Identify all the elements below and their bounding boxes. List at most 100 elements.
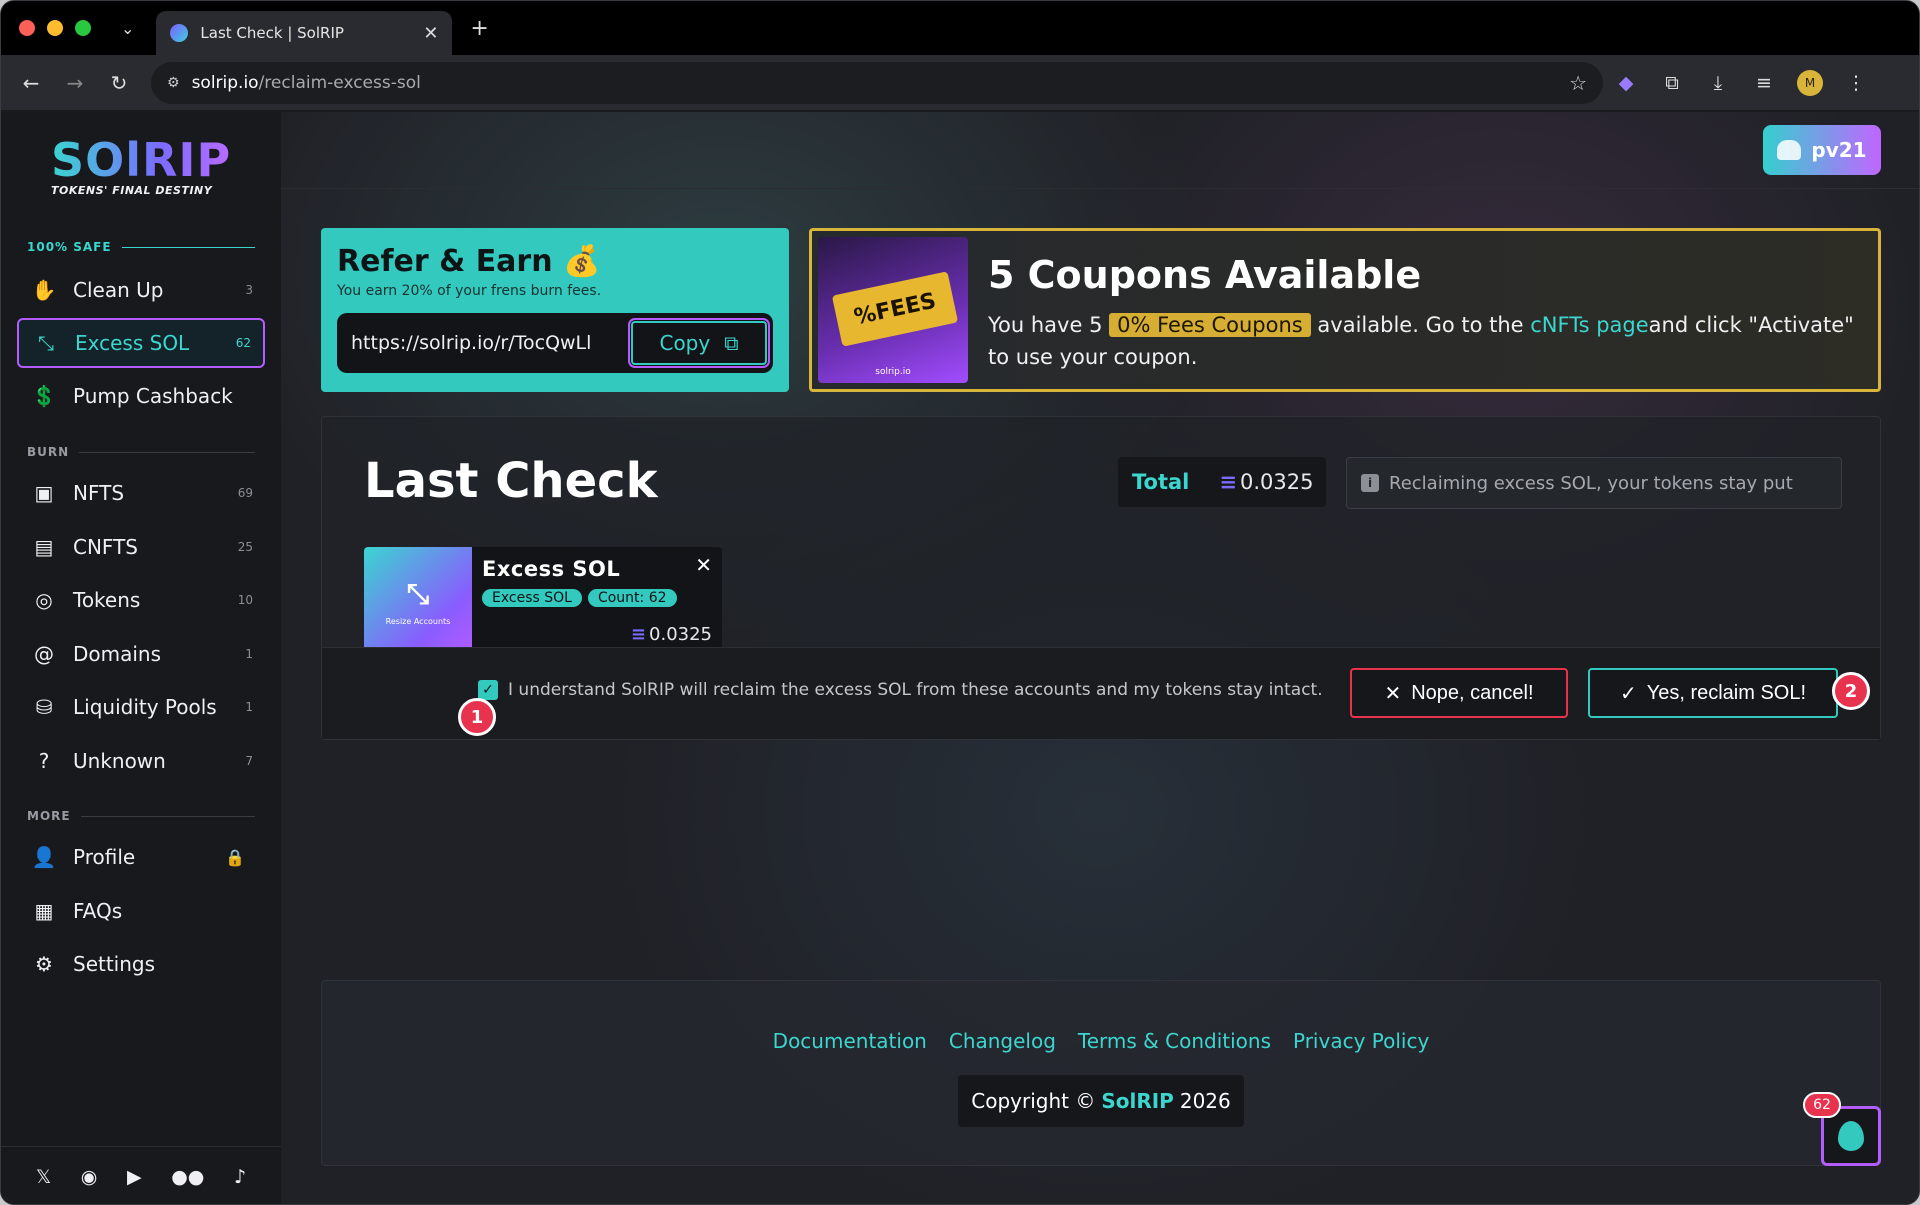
check-icon: ✓ <box>1619 682 1637 705</box>
info-icon: i <box>1361 474 1379 492</box>
favicon-icon <box>170 24 189 42</box>
total-value: ≡ 0.0325 <box>1219 470 1313 494</box>
maximize-window-button[interactable] <box>75 20 91 36</box>
sidebar-item-label: Unknown <box>73 749 166 773</box>
total-label: Total <box>1132 470 1190 494</box>
copyright-year: 2026 <box>1179 1089 1231 1113</box>
cancel-button[interactable]: ✕ Nope, cancel! <box>1350 668 1568 718</box>
image-icon: ▣ <box>34 481 54 505</box>
section-label-burn-text: BURN <box>27 445 70 459</box>
tab-bar: ⌄ Last Check | SolRIP ✕ + <box>1 1 1919 55</box>
copy-button[interactable]: Copy ⧉ <box>628 318 770 368</box>
discord-icon[interactable]: ◉ <box>81 1166 98 1188</box>
sidebar-item-faqs[interactable]: ▦ FAQs <box>17 886 265 936</box>
tab-close-icon[interactable]: ✕ <box>423 23 438 44</box>
close-window-button[interactable] <box>19 20 35 36</box>
sidebar-item-tokens[interactable]: ◎ Tokens 10 <box>17 575 265 625</box>
account-amount: 0.0325 <box>649 624 712 645</box>
coupon-description: You have 5 0% Fees Coupons available. Go… <box>988 309 1868 373</box>
cnfts-page-link[interactable]: cNFTs page <box>1530 313 1648 337</box>
sidebar-item-label: FAQs <box>73 899 123 923</box>
cancel-label: Nope, cancel! <box>1411 681 1534 704</box>
sidebar-item-settings[interactable]: ⚙ Settings <box>17 939 265 989</box>
medium-icon[interactable]: ●● <box>171 1166 204 1188</box>
sidebar-item-cnfts[interactable]: ▤ CNFTS 25 <box>17 522 265 572</box>
forward-icon[interactable]: → <box>53 71 97 95</box>
active-tab[interactable]: Last Check | SolRIP ✕ <box>156 11 453 55</box>
back-icon[interactable]: ← <box>9 71 53 95</box>
referral-link[interactable]: https://solrip.io/r/TocQwLl <box>351 332 623 354</box>
sidebar-item-nfts[interactable]: ▣ NFTS 69 <box>17 468 265 518</box>
tag-type: Excess SOL <box>482 589 582 607</box>
hand-sparkle-icon: ✋ <box>31 278 57 302</box>
coupon-title: 5 Coupons Available <box>988 253 1422 297</box>
sidebar-item-excess-sol[interactable]: ⤡ Excess SOL 62 <box>17 318 265 368</box>
sidebar-item-count: 62 <box>235 336 251 350</box>
site-footer: Documentation Changelog Terms & Conditio… <box>321 980 1881 1166</box>
footer-link-changelog[interactable]: Changelog <box>949 1029 1056 1053</box>
url-host: solrip.io <box>191 72 259 93</box>
account-name: Excess SOL <box>482 557 621 581</box>
sidebar: SOlRIP TOKENS' FINAL DESTINY 100% SAFE ✋… <box>1 112 281 1204</box>
reclaim-sol-button[interactable]: ✓ Yes, reclaim SOL! <box>1588 668 1838 718</box>
sidebar-item-count: 69 <box>237 486 253 500</box>
sidebar-item-profile[interactable]: 👤 Profile 🔒 <box>17 832 265 882</box>
sidebar-item-count: 3 <box>245 283 253 297</box>
youtube-icon[interactable]: ▶ <box>127 1166 142 1188</box>
account-tags: Excess SOL Count: 62 <box>482 589 712 607</box>
logo-wordmark: SOlRIP <box>51 133 232 187</box>
pool-icon: ⛁ <box>35 695 53 719</box>
section-label-safe: 100% SAFE <box>27 240 255 254</box>
x-twitter-icon[interactable]: 𝕏 <box>36 1166 51 1188</box>
sidebar-item-count: 1 <box>245 647 253 661</box>
reload-icon[interactable]: ↻ <box>97 71 141 95</box>
new-tab-button[interactable]: + <box>470 16 488 41</box>
app-area: SOlRIP TOKENS' FINAL DESTINY 100% SAFE ✋… <box>1 112 1919 1204</box>
media-control-icon[interactable]: ≡ <box>1741 72 1787 94</box>
sidebar-item-count: 25 <box>237 540 253 554</box>
step-marker-1: 1 <box>458 698 496 736</box>
coupon-ticket: %FEES <box>831 271 959 347</box>
sidebar-item-unknown[interactable]: ? Unknown 7 <box>17 736 265 786</box>
refer-title: Refer & Earn 💰 <box>337 244 601 279</box>
question-icon: ? <box>38 749 50 773</box>
wallet-user-button[interactable]: pv21 <box>1763 125 1881 175</box>
consent-row[interactable]: ✓ I understand SolRIP will reclaim the e… <box>478 680 1323 700</box>
solrip-logo[interactable]: SOlRIP TOKENS' FINAL DESTINY <box>51 132 231 197</box>
sidebar-item-label: Clean Up <box>73 278 164 302</box>
tiktok-icon[interactable]: ♪ <box>234 1166 246 1188</box>
copyright-brand: SolRIP <box>1101 1089 1174 1113</box>
extensions-puzzle-icon[interactable]: ⧉ <box>1649 72 1695 94</box>
phantom-extension-icon[interactable]: ◆ <box>1603 72 1649 94</box>
minimize-window-button[interactable] <box>47 20 63 36</box>
sol-icon: ≡ <box>630 624 647 645</box>
site-settings-icon[interactable]: ⚙ <box>167 75 180 91</box>
footer-link-terms[interactable]: Terms & Conditions <box>1078 1029 1271 1053</box>
download-icon[interactable]: ⤓ <box>1695 72 1741 94</box>
gear-icon: ⚙ <box>35 952 53 976</box>
section-label-more: MORE <box>27 809 255 823</box>
sidebar-item-label: Profile <box>73 845 136 869</box>
menu-kebab-icon[interactable]: ⋮ <box>1833 72 1879 94</box>
consent-checkbox[interactable]: ✓ <box>478 680 498 700</box>
sidebar-item-pump-cashback[interactable]: 💲 Pump Cashback <box>17 371 265 421</box>
tab-search-chevron-icon[interactable]: ⌄ <box>121 19 134 38</box>
sidebar-item-label: Domains <box>73 642 162 666</box>
address-bar[interactable]: ⚙ solrip.io/reclaim-excess-sol ☆ <box>151 61 1603 104</box>
window-controls <box>19 20 91 36</box>
sidebar-item-label: Tokens <box>73 588 141 612</box>
profile-avatar-icon[interactable]: M <box>1797 69 1823 96</box>
hand-coin-icon: 💲 <box>31 384 57 408</box>
info-note-text: Reclaiming excess SOL, your tokens stay … <box>1389 472 1793 494</box>
sidebar-item-liquidity-pools[interactable]: ⛁ Liquidity Pools 1 <box>17 682 265 732</box>
social-links: 𝕏 ◉ ▶ ●● ♪ <box>1 1146 281 1204</box>
reclaim-label: Yes, reclaim SOL! <box>1646 681 1807 704</box>
sidebar-item-domains[interactable]: @ Domains 1 <box>17 629 265 679</box>
footer-link-documentation[interactable]: Documentation <box>773 1029 927 1053</box>
bookmark-star-icon[interactable]: ☆ <box>1569 71 1587 95</box>
header-divider <box>281 188 1919 189</box>
remove-card-close-icon[interactable]: ✕ <box>695 553 712 577</box>
sidebar-item-clean-up[interactable]: ✋ Clean Up 3 <box>17 265 265 315</box>
footer-link-privacy[interactable]: Privacy Policy <box>1293 1029 1429 1053</box>
copy-icon: ⧉ <box>724 331 739 355</box>
